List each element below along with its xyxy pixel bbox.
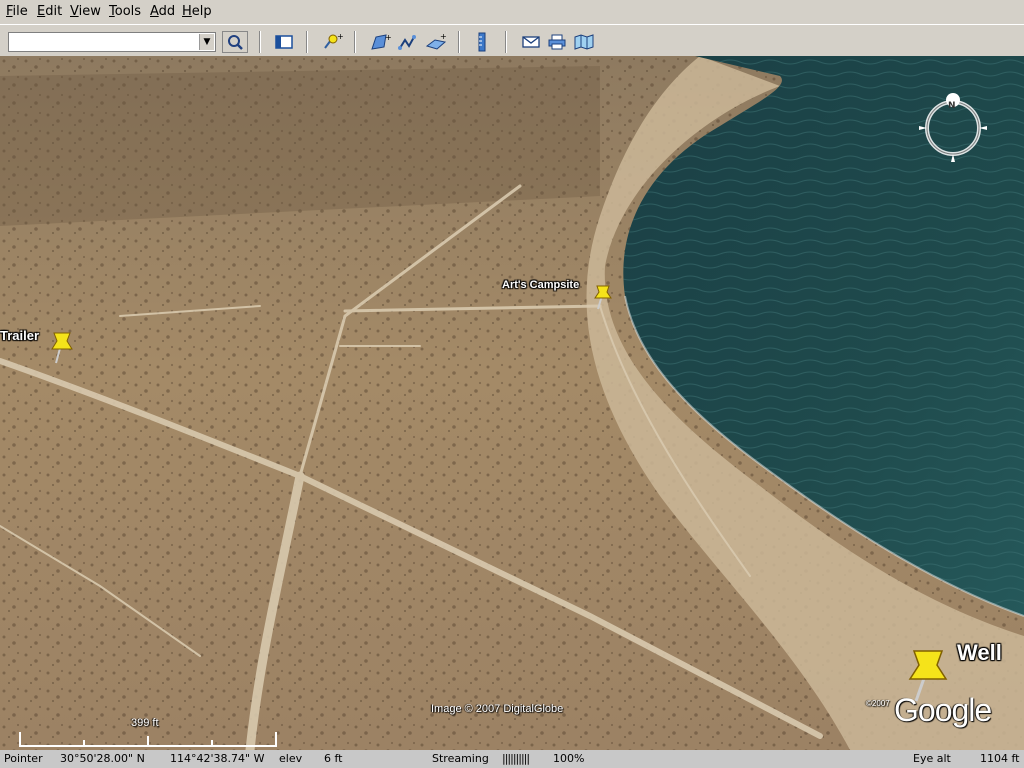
email-icon: [522, 36, 540, 48]
longitude-value: 114°42'38.74" W: [170, 752, 265, 765]
elev-value: 6 ft: [324, 752, 343, 765]
toolbar-separator: [259, 31, 261, 53]
ruler-button[interactable]: [470, 31, 494, 53]
path-icon: [398, 35, 416, 50]
toolbar-separator: [458, 31, 460, 53]
ruler-icon: [478, 32, 486, 52]
streaming-percent: 100%: [553, 752, 585, 765]
toolbar: ▼ + + +: [0, 24, 1024, 56]
view-in-maps-button[interactable]: [572, 31, 596, 53]
add-image-overlay-button[interactable]: +: [424, 31, 448, 53]
pointer-label: Pointer: [4, 752, 43, 765]
eye-alt-value: 1104 ft: [980, 752, 1020, 765]
print-button[interactable]: [545, 31, 569, 53]
placemark-label-campsite[interactable]: Art's Campsite: [502, 279, 579, 291]
menu-file[interactable]: File: [6, 4, 28, 19]
add-polygon-button[interactable]: +: [368, 31, 392, 53]
search-button[interactable]: [222, 31, 248, 53]
streaming-progress-bar: ||||||||||: [502, 752, 530, 765]
menu-view[interactable]: View: [70, 4, 101, 19]
search-icon: [228, 35, 243, 50]
satellite-imagery: [0, 56, 1024, 750]
placemark-icon: +: [324, 32, 343, 49]
streaming-label: Streaming: [432, 752, 489, 765]
toolbar-separator: [354, 31, 356, 53]
eye-alt-label: Eye alt: [913, 752, 951, 765]
toolbar-separator: [505, 31, 507, 53]
status-bar: Pointer 30°50'28.00" N 114°42'38.74" W e…: [0, 750, 1024, 768]
logo-year: ©2007: [866, 699, 890, 708]
svg-text:+: +: [385, 33, 391, 42]
menu-tools[interactable]: Tools: [109, 4, 141, 19]
add-placemark-button[interactable]: +: [320, 31, 344, 53]
menu-add[interactable]: Add: [150, 4, 175, 19]
sidebar-toggle-button[interactable]: [272, 31, 296, 53]
menu-help[interactable]: Help: [182, 4, 212, 19]
map-view[interactable]: Trailer Art's Campsite Well N 399 ft Ima…: [0, 56, 1024, 750]
elev-label: elev: [279, 752, 303, 765]
image-overlay-icon: +: [425, 32, 447, 50]
map-icon: [574, 34, 594, 50]
print-icon: [548, 34, 566, 50]
menu-edit[interactable]: Edit: [37, 4, 62, 19]
svg-text:+: +: [440, 32, 447, 41]
add-path-button[interactable]: [396, 31, 420, 53]
search-input[interactable]: ▼: [8, 32, 216, 52]
menu-bar: File Edit View Tools Add Help: [0, 0, 1024, 24]
placemark-label-well[interactable]: Well: [957, 640, 1002, 666]
compass-north-label[interactable]: N: [948, 101, 956, 111]
placemark-label-trailer[interactable]: Trailer: [0, 328, 39, 343]
email-button[interactable]: [519, 31, 543, 53]
imagery-copyright: Image © 2007 DigitalGlobe: [431, 703, 564, 715]
svg-text:+: +: [337, 32, 343, 41]
toolbar-separator: [306, 31, 308, 53]
google-logo: Google: [894, 692, 992, 728]
latitude-value: 30°50'28.00" N: [60, 752, 145, 765]
search-dropdown-button[interactable]: ▼: [199, 34, 214, 50]
polygon-icon: +: [371, 33, 391, 50]
sidebar-toggle-icon: [275, 35, 293, 49]
scale-bar-label: 399 ft: [131, 717, 159, 729]
